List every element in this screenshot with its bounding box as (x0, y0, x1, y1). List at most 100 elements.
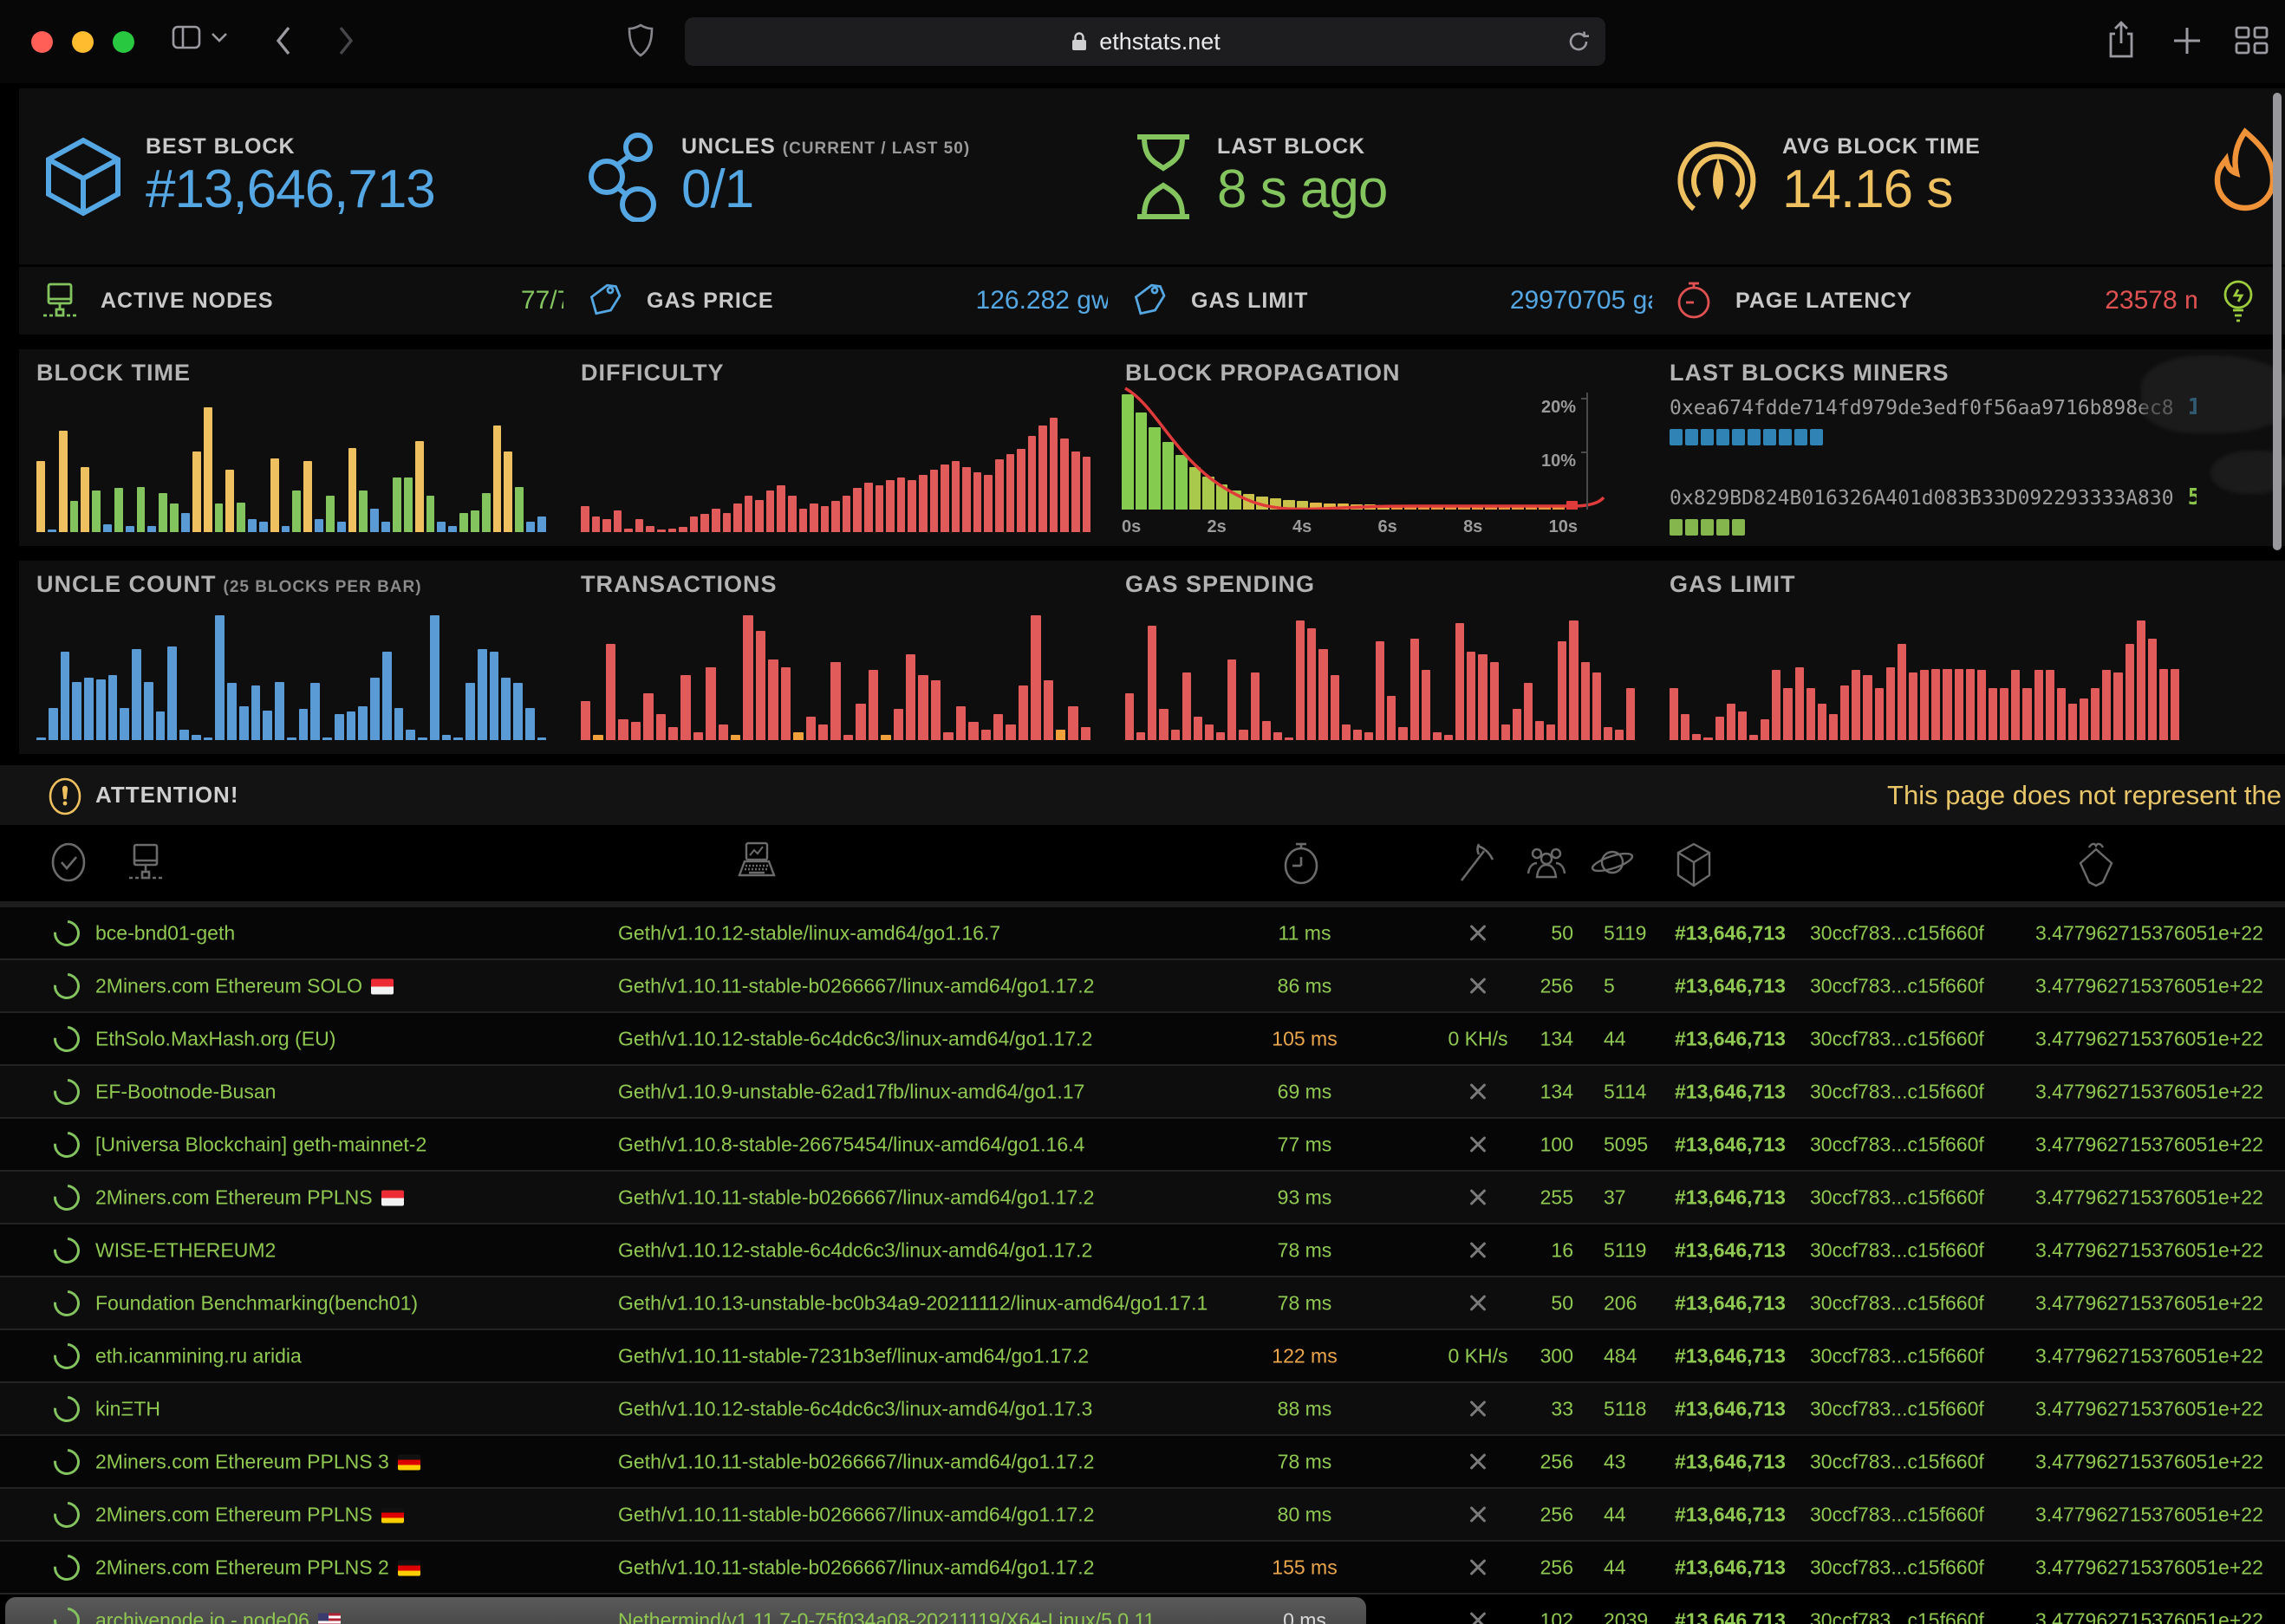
transactions-chart-panel: TRANSACTIONS (563, 561, 1108, 754)
table-header-divider (0, 901, 2285, 907)
not-mining-icon (1467, 1504, 1489, 1526)
node-block: #13,646,713 (1675, 1556, 1809, 1579)
node-status-icon (54, 1237, 80, 1263)
node-latency: 78 ms (1227, 1291, 1383, 1315)
node-peers: 256 (1504, 1450, 1573, 1473)
miner-entry[interactable]: 0xea674fdde714fd979de3edf0f56aa9716b898e… (1670, 394, 2184, 445)
node-block: #13,646,713 (1675, 921, 1809, 945)
node-pending: 206 (1604, 1291, 1686, 1315)
table-row[interactable]: [Universa Blockchain] geth-mainnet-2 Get… (0, 1117, 2285, 1170)
node-latency: 122 ms (1227, 1344, 1383, 1367)
node-status-icon (54, 973, 80, 999)
privacy-shield-icon[interactable] (626, 23, 655, 59)
uncles-nodes-icon (586, 132, 661, 222)
hashrate-panel-cut (2197, 88, 2285, 264)
table-row[interactable]: bce-bnd01-geth Geth/v1.10.12-stable/linu… (0, 907, 2285, 958)
block-cube-icon[interactable] (1671, 841, 1716, 889)
share-icon[interactable] (2105, 21, 2138, 61)
gas-spending-chart-title: GAS SPENDING (1125, 571, 1315, 598)
node-total-difficulty: 3.477962715376051e+22 (2035, 1080, 2285, 1103)
status-check-icon[interactable] (49, 841, 88, 884)
table-row[interactable]: EthSolo.MaxHash.org (EU) Geth/v1.10.12-s… (0, 1011, 2285, 1064)
node-name: eth.icanmining.ru aridia (95, 1344, 594, 1367)
node-latency: 93 ms (1227, 1186, 1383, 1209)
node-latency: 0 ms (1227, 1608, 1383, 1624)
attention-warning-icon (45, 776, 85, 816)
hourglass-icon (1130, 132, 1196, 222)
node-block-hash: 30ccf783...c15f660f (1810, 1503, 1975, 1526)
node-name: 2Miners.com Ethereum SOLO (95, 974, 594, 997)
node-name-icon[interactable] (127, 841, 165, 884)
node-total-difficulty: 3.477962715376051e+22 (2035, 974, 2285, 997)
node-name: Foundation Benchmarking(bench01) (95, 1291, 594, 1315)
node-total-difficulty: 3.477962715376051e+22 (2035, 1450, 2285, 1473)
best-block-label: BEST BLOCK (146, 134, 435, 159)
miner-entry[interactable]: 0x829BD824B016326A401d083B33D092293333A8… (1670, 484, 2184, 536)
url-text: ethstats.net (1099, 29, 1221, 55)
node-block: #13,646,713 (1675, 1186, 1809, 1209)
node-pending: 5114 (1604, 1080, 1686, 1103)
node-name: kinΞTH (95, 1397, 594, 1420)
not-mining-icon (1467, 1239, 1489, 1262)
table-row[interactable]: archivenode.io - node06 Nethermind/v1.11… (0, 1593, 2285, 1624)
price-tag-icon (586, 280, 624, 322)
table-row[interactable]: 2Miners.com Ethereum PPLNS Geth/v1.10.11… (0, 1487, 2285, 1540)
zoom-window-button[interactable] (113, 31, 134, 53)
node-latency: 78 ms (1227, 1450, 1383, 1473)
table-row[interactable]: Foundation Benchmarking(bench01) Geth/v1… (0, 1276, 2285, 1328)
avg-block-time-value: 14.16 s (1782, 161, 1981, 218)
node-total-difficulty: 3.477962715376051e+22 (2035, 1186, 2285, 1209)
table-row[interactable]: EF-Bootnode-Busan Geth/v1.10.9-unstable-… (0, 1064, 2285, 1117)
back-button[interactable] (274, 24, 293, 57)
address-bar[interactable]: ethstats.net (685, 17, 1605, 66)
peers-icon[interactable] (1522, 841, 1571, 884)
page-scrollbar[interactable] (2273, 93, 2282, 550)
new-tab-icon[interactable] (2171, 24, 2204, 57)
minimize-window-button[interactable] (72, 31, 94, 53)
node-pending: 5 (1604, 974, 1686, 997)
table-row[interactable]: 2Miners.com Ethereum PPLNS 3 Geth/v1.10.… (0, 1434, 2285, 1487)
uncles-value: 0/1 (681, 161, 970, 218)
latency-stopwatch-icon[interactable] (1279, 841, 1323, 886)
node-total-difficulty: 3.477962715376051e+22 (2035, 1133, 2285, 1156)
table-row[interactable]: kinΞTH Geth/v1.10.12-stable-6c4dc6c3/lin… (0, 1381, 2285, 1434)
node-block: #13,646,713 (1675, 1344, 1809, 1367)
node-latency: 155 ms (1227, 1556, 1383, 1579)
node-status-icon (54, 1608, 80, 1624)
node-latency: 86 ms (1227, 974, 1383, 997)
node-latency: 80 ms (1227, 1503, 1383, 1526)
chevron-down-icon[interactable] (210, 31, 229, 43)
table-row[interactable]: 2Miners.com Ethereum SOLO Geth/v1.10.11-… (0, 958, 2285, 1011)
node-total-difficulty: 3.477962715376051e+22 (2035, 1238, 2285, 1262)
tab-overview-icon[interactable] (2233, 24, 2271, 57)
last-block-label: LAST BLOCK (1217, 134, 1387, 159)
node-pending: 5119 (1604, 1238, 1686, 1262)
mining-pickaxe-icon[interactable] (1453, 841, 1498, 886)
gas-limit-label: GAS LIMIT (1191, 289, 1308, 314)
best-block-panel: BEST BLOCK #13,646,713 (19, 88, 586, 264)
pending-saturn-icon[interactable] (1588, 841, 1637, 884)
node-type-icon[interactable] (733, 841, 780, 886)
difficulty-tag-icon[interactable] (2073, 841, 2119, 889)
close-window-button[interactable] (31, 31, 53, 53)
node-name: archivenode.io - node06 (95, 1608, 594, 1624)
forward-button[interactable] (336, 24, 355, 57)
table-row[interactable]: WISE-ETHEREUM2 Geth/v1.10.12-stable-6c4d… (0, 1223, 2285, 1276)
table-row[interactable]: eth.icanmining.ru aridia Geth/v1.10.11-s… (0, 1328, 2285, 1381)
gas-limit-chart-panel: GAS LIMIT (1652, 561, 2197, 754)
reload-icon[interactable] (1566, 29, 1592, 55)
table-row[interactable]: 2Miners.com Ethereum PPLNS 2 Geth/v1.10.… (0, 1540, 2285, 1593)
node-block-hash: 30ccf783...c15f660f (1810, 1027, 1975, 1050)
node-status-icon (54, 1343, 80, 1369)
node-type: Geth/v1.10.13-unstable-bc0b34a9-20211112… (618, 1291, 1208, 1315)
gas-price-label: GAS PRICE (647, 289, 774, 314)
sidebar-toggle-icon[interactable] (170, 23, 205, 52)
propagation-y-axis (1586, 393, 1588, 510)
browser-toolbar: ethstats.net (0, 0, 2285, 83)
stopwatch-icon (1675, 280, 1713, 322)
table-row[interactable]: 2Miners.com Ethereum PPLNS Geth/v1.10.11… (0, 1170, 2285, 1223)
node-status-icon (54, 1185, 80, 1211)
node-block-hash: 30ccf783...c15f660f (1810, 1080, 1975, 1103)
node-peers: 256 (1504, 1556, 1573, 1579)
node-type: Geth/v1.10.8-stable-26675454/linux-amd64… (618, 1133, 1208, 1156)
